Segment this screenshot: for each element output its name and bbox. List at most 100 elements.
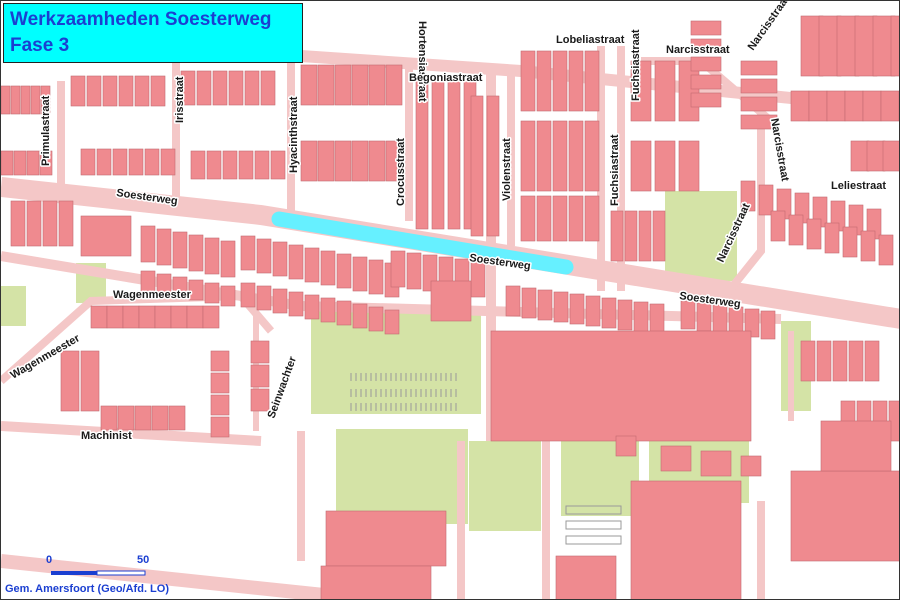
building xyxy=(680,300,696,330)
building xyxy=(866,140,886,172)
building xyxy=(696,302,712,332)
building xyxy=(118,75,134,107)
green-area xyxy=(1,286,26,326)
building xyxy=(678,140,700,192)
building xyxy=(202,305,220,329)
building xyxy=(880,90,899,122)
street-label: Irisstraat xyxy=(174,76,186,123)
building xyxy=(850,140,870,172)
building xyxy=(808,90,828,122)
building xyxy=(700,450,732,477)
building xyxy=(144,148,160,176)
building xyxy=(638,210,652,262)
green-area xyxy=(336,429,468,524)
building xyxy=(256,238,272,274)
building xyxy=(112,148,128,176)
building xyxy=(788,214,804,246)
building xyxy=(842,226,858,258)
building xyxy=(520,120,536,192)
building xyxy=(649,303,665,335)
building xyxy=(690,74,722,90)
building xyxy=(800,340,816,382)
building xyxy=(140,225,156,263)
building xyxy=(102,75,118,107)
building xyxy=(336,253,352,289)
building xyxy=(272,288,288,314)
street-label: Narcisstraat xyxy=(666,44,730,56)
building xyxy=(96,148,112,176)
street-label: Begoniastraat xyxy=(409,72,483,84)
building xyxy=(740,96,778,112)
building xyxy=(80,148,96,176)
map-view[interactable]: Hortensiastraat Lobeliastraat Narcisstraat… xyxy=(0,0,900,600)
building xyxy=(212,70,228,106)
building xyxy=(42,200,58,247)
building xyxy=(204,237,220,275)
building xyxy=(368,140,386,182)
building xyxy=(26,200,42,247)
building xyxy=(300,64,318,106)
building xyxy=(624,210,638,262)
building xyxy=(790,470,899,562)
building xyxy=(470,95,484,237)
building xyxy=(864,340,880,382)
building xyxy=(520,50,536,112)
building xyxy=(430,280,472,322)
building xyxy=(569,293,585,325)
street-label: Narcisstraat xyxy=(768,117,791,182)
building xyxy=(60,350,80,412)
building xyxy=(740,78,778,94)
building xyxy=(30,85,41,115)
building xyxy=(151,405,169,431)
building xyxy=(520,195,536,242)
building xyxy=(368,306,384,332)
building xyxy=(196,70,212,106)
building xyxy=(490,330,752,442)
building xyxy=(250,340,270,364)
building xyxy=(317,140,335,182)
building xyxy=(654,60,676,122)
street-label: Wagenmeester xyxy=(113,289,192,301)
building xyxy=(824,222,840,254)
building xyxy=(536,50,552,112)
building xyxy=(585,295,601,327)
building xyxy=(210,350,230,372)
building xyxy=(860,230,876,262)
map-credit: Gem. Amersfoort (Geo/Afd. LO) xyxy=(5,583,169,595)
building xyxy=(140,270,156,292)
scale-end-label: 50 xyxy=(137,554,149,566)
building xyxy=(712,304,728,334)
building xyxy=(186,305,204,329)
building xyxy=(80,215,132,257)
building xyxy=(553,291,569,323)
map-canvas[interactable]: Hortensiastraat Lobeliastraat Narcisstraat… xyxy=(1,1,900,600)
street-label: Hortensiastraat xyxy=(416,21,428,102)
building xyxy=(368,259,384,295)
building xyxy=(584,50,600,112)
building xyxy=(117,405,135,431)
building xyxy=(351,140,369,182)
building xyxy=(878,234,894,266)
building xyxy=(172,231,188,269)
building xyxy=(238,150,254,180)
building xyxy=(447,78,461,230)
building xyxy=(336,300,352,326)
building xyxy=(568,50,584,112)
building xyxy=(254,150,270,180)
building xyxy=(568,120,584,192)
building xyxy=(250,388,270,412)
building xyxy=(368,64,386,106)
building xyxy=(806,218,822,250)
building xyxy=(890,15,899,77)
building xyxy=(1,85,11,115)
building xyxy=(690,20,722,36)
building xyxy=(304,294,320,320)
building xyxy=(260,70,276,106)
building xyxy=(740,455,762,477)
building xyxy=(288,291,304,317)
building xyxy=(630,140,652,192)
building xyxy=(630,480,742,599)
building xyxy=(240,282,256,308)
building xyxy=(832,340,848,382)
building xyxy=(617,299,633,331)
